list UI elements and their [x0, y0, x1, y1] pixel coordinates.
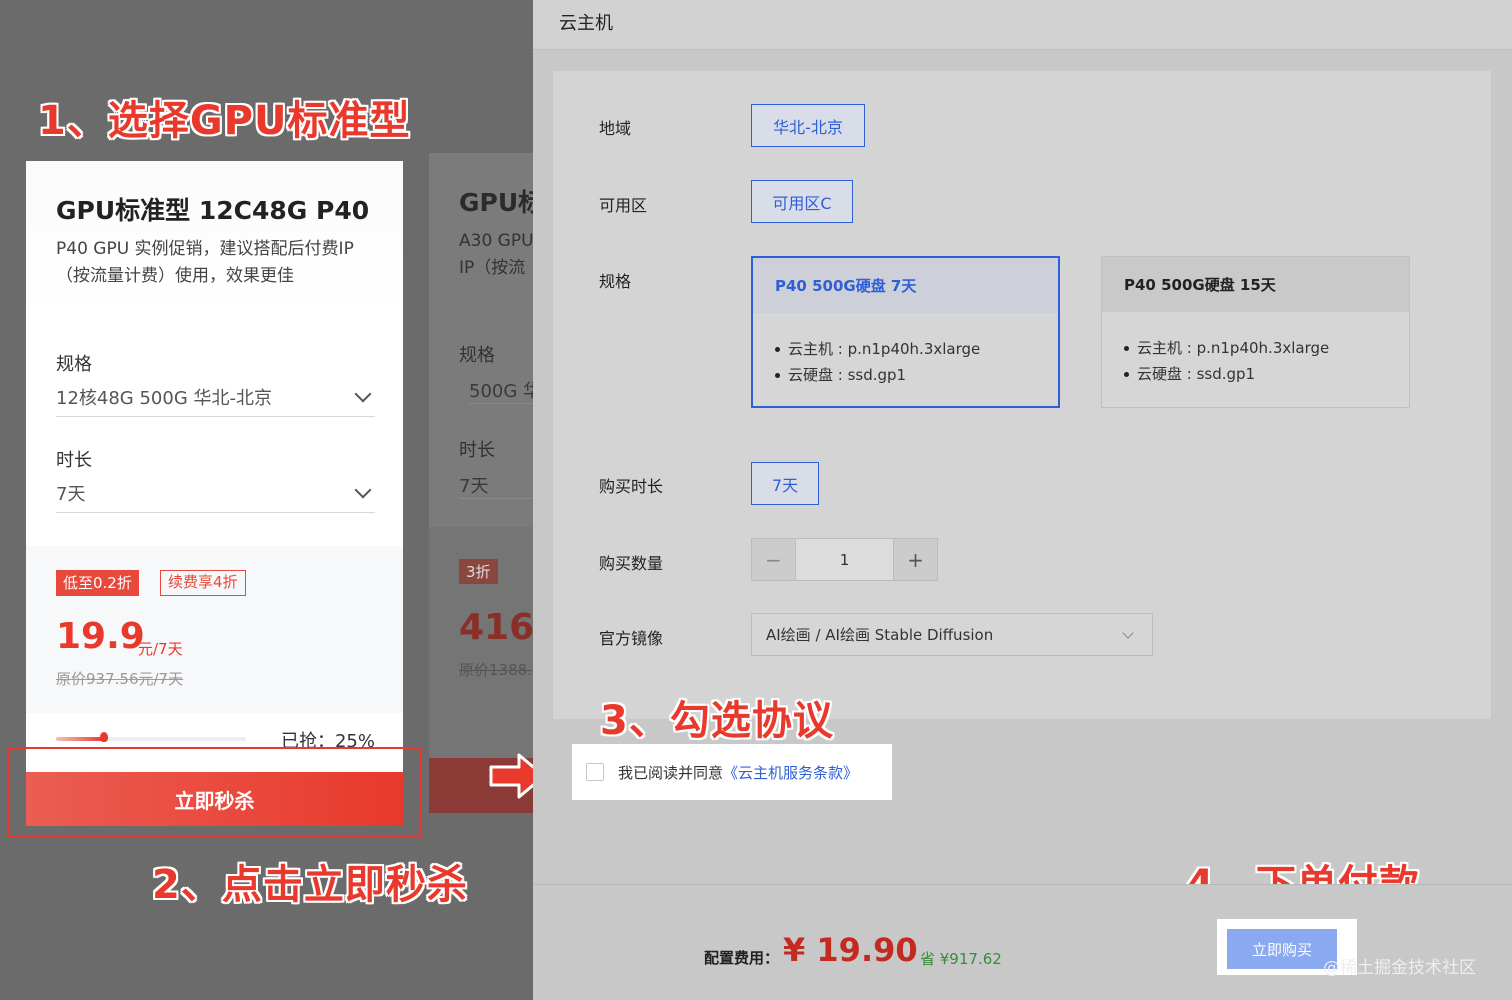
arrow-right-icon	[489, 753, 533, 799]
quantity-stepper: − 1 +	[751, 538, 938, 581]
quantity-label: 购买数量	[599, 554, 664, 573]
promo-page: 1、选择GPU标准型 GPU标 A30 GPU IP（按流 规格 500G 华 …	[0, 0, 533, 1000]
zone-label: 可用区	[599, 196, 648, 215]
spec-option-disk: 云硬盘 : ssd.gp1	[1124, 363, 1255, 384]
fee-label: 配置费用：	[704, 949, 780, 967]
step3-annotation: 3、勾选协议	[600, 698, 834, 744]
watermark: @稀土掘金技术社区	[1323, 958, 1476, 978]
card2-title: GPU标	[459, 188, 533, 217]
card-description: P40 GPU 实例促销，建议搭配后付费IP（按流量计费）使用，效果更佳	[56, 239, 354, 286]
plus-icon[interactable]: +	[894, 539, 937, 580]
progress-bar	[56, 732, 246, 742]
region-label: 地域	[599, 119, 632, 138]
card2-description: A30 GPU IP（按流	[459, 228, 533, 282]
duration-label: 时长	[56, 450, 92, 471]
price-unit: 元/7天	[138, 640, 183, 658]
config-form: 地域 华北-北京 可用区 可用区C 规格 P40 500G硬盘 7天 云主机 :…	[553, 71, 1491, 719]
spec-option-vm: 云主机 : p.n1p40h.3xlarge	[1124, 337, 1329, 358]
zone-option-c[interactable]: 可用区C	[751, 180, 853, 223]
image-select-value: AI绘画 / AI绘画 Stable Diffusion	[766, 626, 994, 644]
image-select[interactable]: AI绘画 / AI绘画 Stable Diffusion	[751, 613, 1153, 656]
original-price: 原价937.56元/7天	[56, 670, 184, 688]
renew-tag: 续费享4折	[160, 570, 246, 596]
region-option-north-beijing[interactable]: 华北-北京	[751, 104, 865, 147]
agreement-text: 我已阅读并同意	[618, 763, 724, 782]
spec-option-disk: 云硬盘 : ssd.gp1	[775, 364, 906, 385]
quantity-value[interactable]: 1	[795, 539, 894, 580]
spec-option-15d[interactable]: P40 500G硬盘 15天 云主机 : p.n1p40h.3xlarge 云硬…	[1101, 256, 1410, 408]
spec-label: 规格	[599, 272, 632, 291]
duration-select[interactable]: 7天	[56, 473, 375, 513]
buy-now-button[interactable]: 立即购买	[1227, 929, 1337, 969]
image-label: 官方镜像	[599, 629, 664, 648]
card2-desc-line2: IP（按流	[459, 258, 526, 278]
card2-spec-value[interactable]: 500G 华	[469, 377, 533, 404]
duration-option-7d[interactable]: 7天	[751, 462, 819, 505]
drawer-title: 云主机	[559, 13, 613, 34]
card2-original-price: 原价1388.	[459, 661, 532, 679]
card2-spec-label: 规格	[459, 345, 495, 366]
agreement-checkbox[interactable]	[586, 763, 604, 781]
chevron-down-icon	[354, 481, 372, 498]
terms-link[interactable]: 《云主机服务条款》	[723, 762, 858, 783]
card2-duration-value[interactable]: 7天	[459, 472, 533, 499]
savings-label: 省 ¥917.62	[920, 950, 1002, 968]
price: 19.9	[56, 616, 145, 657]
flame-icon	[99, 732, 108, 742]
spec-select[interactable]: 12核48G 500G 华北-北京	[56, 377, 375, 417]
spec-option-vm: 云主机 : p.n1p40h.3xlarge	[775, 338, 980, 359]
spec-select-value: 12核48G 500G 华北-北京	[56, 387, 272, 409]
step2-annotation: 2、点击立即秒杀	[152, 862, 468, 908]
spec-option-title: P40 500G硬盘 7天	[753, 258, 1058, 313]
step1-annotation: 1、选择GPU标准型	[38, 98, 411, 144]
minus-icon[interactable]: −	[752, 539, 795, 580]
order-drawer: 云主机 地域 华北-北京 可用区 可用区C 规格 P40 500G硬盘 7天 云…	[533, 0, 1512, 1000]
fee-value: ¥ 19.90	[783, 931, 918, 969]
spec-label: 规格	[56, 354, 92, 375]
chevron-down-icon	[1122, 626, 1134, 639]
highlight-frame	[8, 747, 421, 837]
spec-option-7d[interactable]: P40 500G硬盘 7天 云主机 : p.n1p40h.3xlarge 云硬盘…	[751, 256, 1060, 408]
product-card-secondary[interactable]: GPU标 A30 GPU IP（按流 规格 500G 华 时长 7天 3折 41…	[429, 153, 533, 813]
card2-price: 416	[459, 607, 533, 648]
duration-label: 购买时长	[599, 477, 664, 496]
agreement-row: 我已阅读并同意 《云主机服务条款》	[572, 744, 892, 800]
card2-duration-label: 时长	[459, 440, 495, 461]
card2-discount-tag: 3折	[459, 559, 498, 584]
order-footer: 配置费用： ¥ 19.90 省 ¥917.62 立即购买 @稀土掘金技术社区	[533, 884, 1512, 1000]
product-card-gpu-p40: GPU标准型 12C48G P40 P40 GPU 实例促销，建议搭配后付费IP…	[26, 161, 403, 826]
drawer-header: 云主机	[533, 0, 1512, 50]
progress-fill	[56, 737, 104, 741]
spec-option-title: P40 500G硬盘 15天	[1102, 257, 1409, 312]
discount-tag: 低至0.2折	[56, 570, 139, 596]
card-top: GPU标准型 12C48G P40 P40 GPU 实例促销，建议搭配后付费IP…	[26, 161, 403, 546]
chevron-down-icon	[354, 385, 372, 402]
card2-desc-line1: A30 GPU	[459, 231, 533, 251]
card-title: GPU标准型 12C48G P40	[56, 196, 370, 225]
duration-select-value: 7天	[56, 483, 86, 505]
